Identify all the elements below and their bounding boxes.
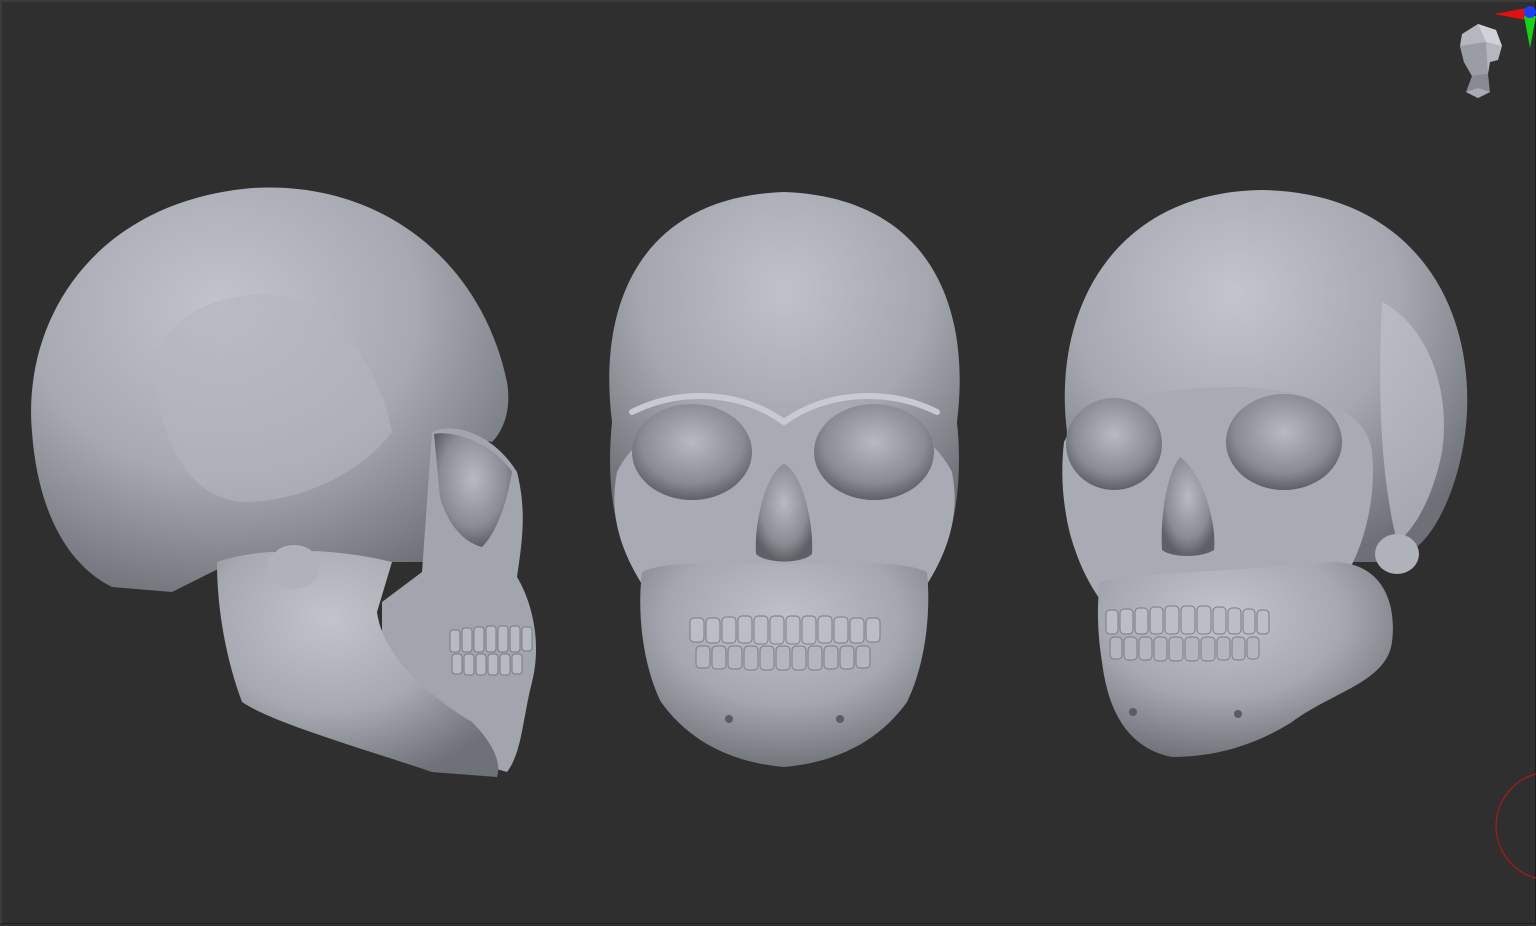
skull-tq-teeth-upper (1105, 605, 1270, 635)
skull-front-foramen-left (725, 715, 733, 723)
skull-three-quarter-view[interactable] (1062, 190, 1468, 757)
skull-side-view[interactable] (31, 187, 537, 777)
skull-front-view[interactable] (609, 192, 960, 767)
axis-gizmo[interactable] (1490, 4, 1536, 52)
skull-front-foramen-right (836, 715, 844, 723)
skull-side-condyle (268, 545, 320, 589)
axis-y-icon (1524, 16, 1536, 48)
skull-tq-orbit-right (1226, 394, 1342, 490)
skull-front-teeth-lower (695, 645, 871, 671)
skull-tq-mastoid (1375, 534, 1419, 574)
skull-tq-foramen-left (1129, 708, 1137, 716)
brush-cursor-ring (1495, 773, 1536, 879)
skull-tq-orbit-left (1066, 398, 1162, 490)
axis-z-icon (1524, 6, 1536, 18)
skull-front-orbit-left (632, 404, 752, 500)
skull-side-teeth (449, 625, 533, 676)
axis-x-icon (1494, 8, 1526, 20)
3d-viewport[interactable] (0, 0, 1536, 924)
skull-tq-foramen-right (1234, 710, 1242, 718)
sculpt-scene[interactable] (2, 2, 1536, 926)
skull-front-orbit-right (814, 404, 934, 500)
